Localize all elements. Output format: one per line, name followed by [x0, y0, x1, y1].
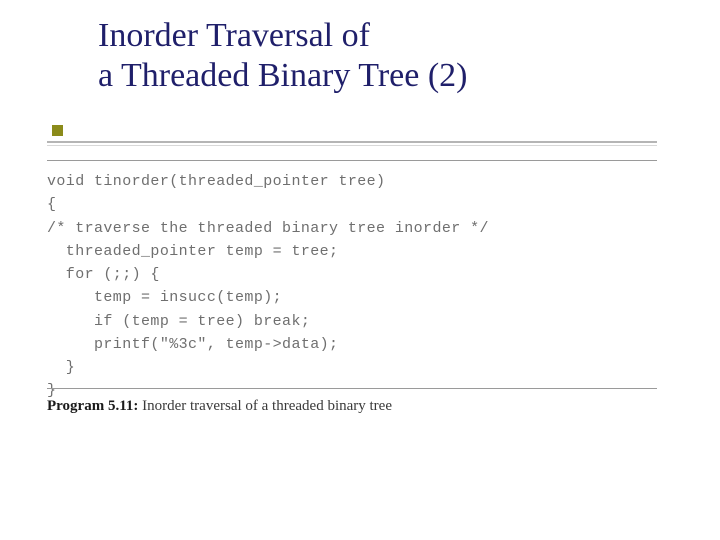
code-line: /* traverse the threaded binary tree ino… [47, 220, 489, 237]
caption-text: Inorder traversal of a threaded binary t… [138, 398, 392, 414]
caption-label: Program 5.11: [47, 398, 138, 414]
code-line: } [47, 359, 75, 376]
title-line-2: a Threaded Binary Tree (2) [98, 56, 658, 96]
code-listing: void tinorder(threaded_pointer tree) { /… [47, 170, 657, 403]
code-line: } [47, 382, 56, 399]
code-rule-top [47, 160, 657, 161]
code-line: printf("%3c", temp->data); [47, 336, 338, 353]
title-underline-shadow [47, 145, 657, 146]
code-rule-bottom [47, 388, 657, 389]
code-line: if (temp = tree) break; [47, 313, 310, 330]
code-line: for (;;) { [47, 266, 160, 283]
figure-caption: Program 5.11: Inorder traversal of a thr… [47, 398, 392, 415]
code-line: void tinorder(threaded_pointer tree) [47, 173, 385, 190]
bullet-icon [52, 125, 63, 136]
title-underline [47, 141, 657, 143]
code-line: { [47, 196, 56, 213]
slide: Inorder Traversal of a Threaded Binary T… [0, 0, 720, 540]
code-line: threaded_pointer temp = tree; [47, 243, 338, 260]
code-line: temp = insucc(temp); [47, 289, 282, 306]
title-line-1: Inorder Traversal of [98, 16, 658, 56]
slide-title: Inorder Traversal of a Threaded Binary T… [98, 16, 658, 96]
